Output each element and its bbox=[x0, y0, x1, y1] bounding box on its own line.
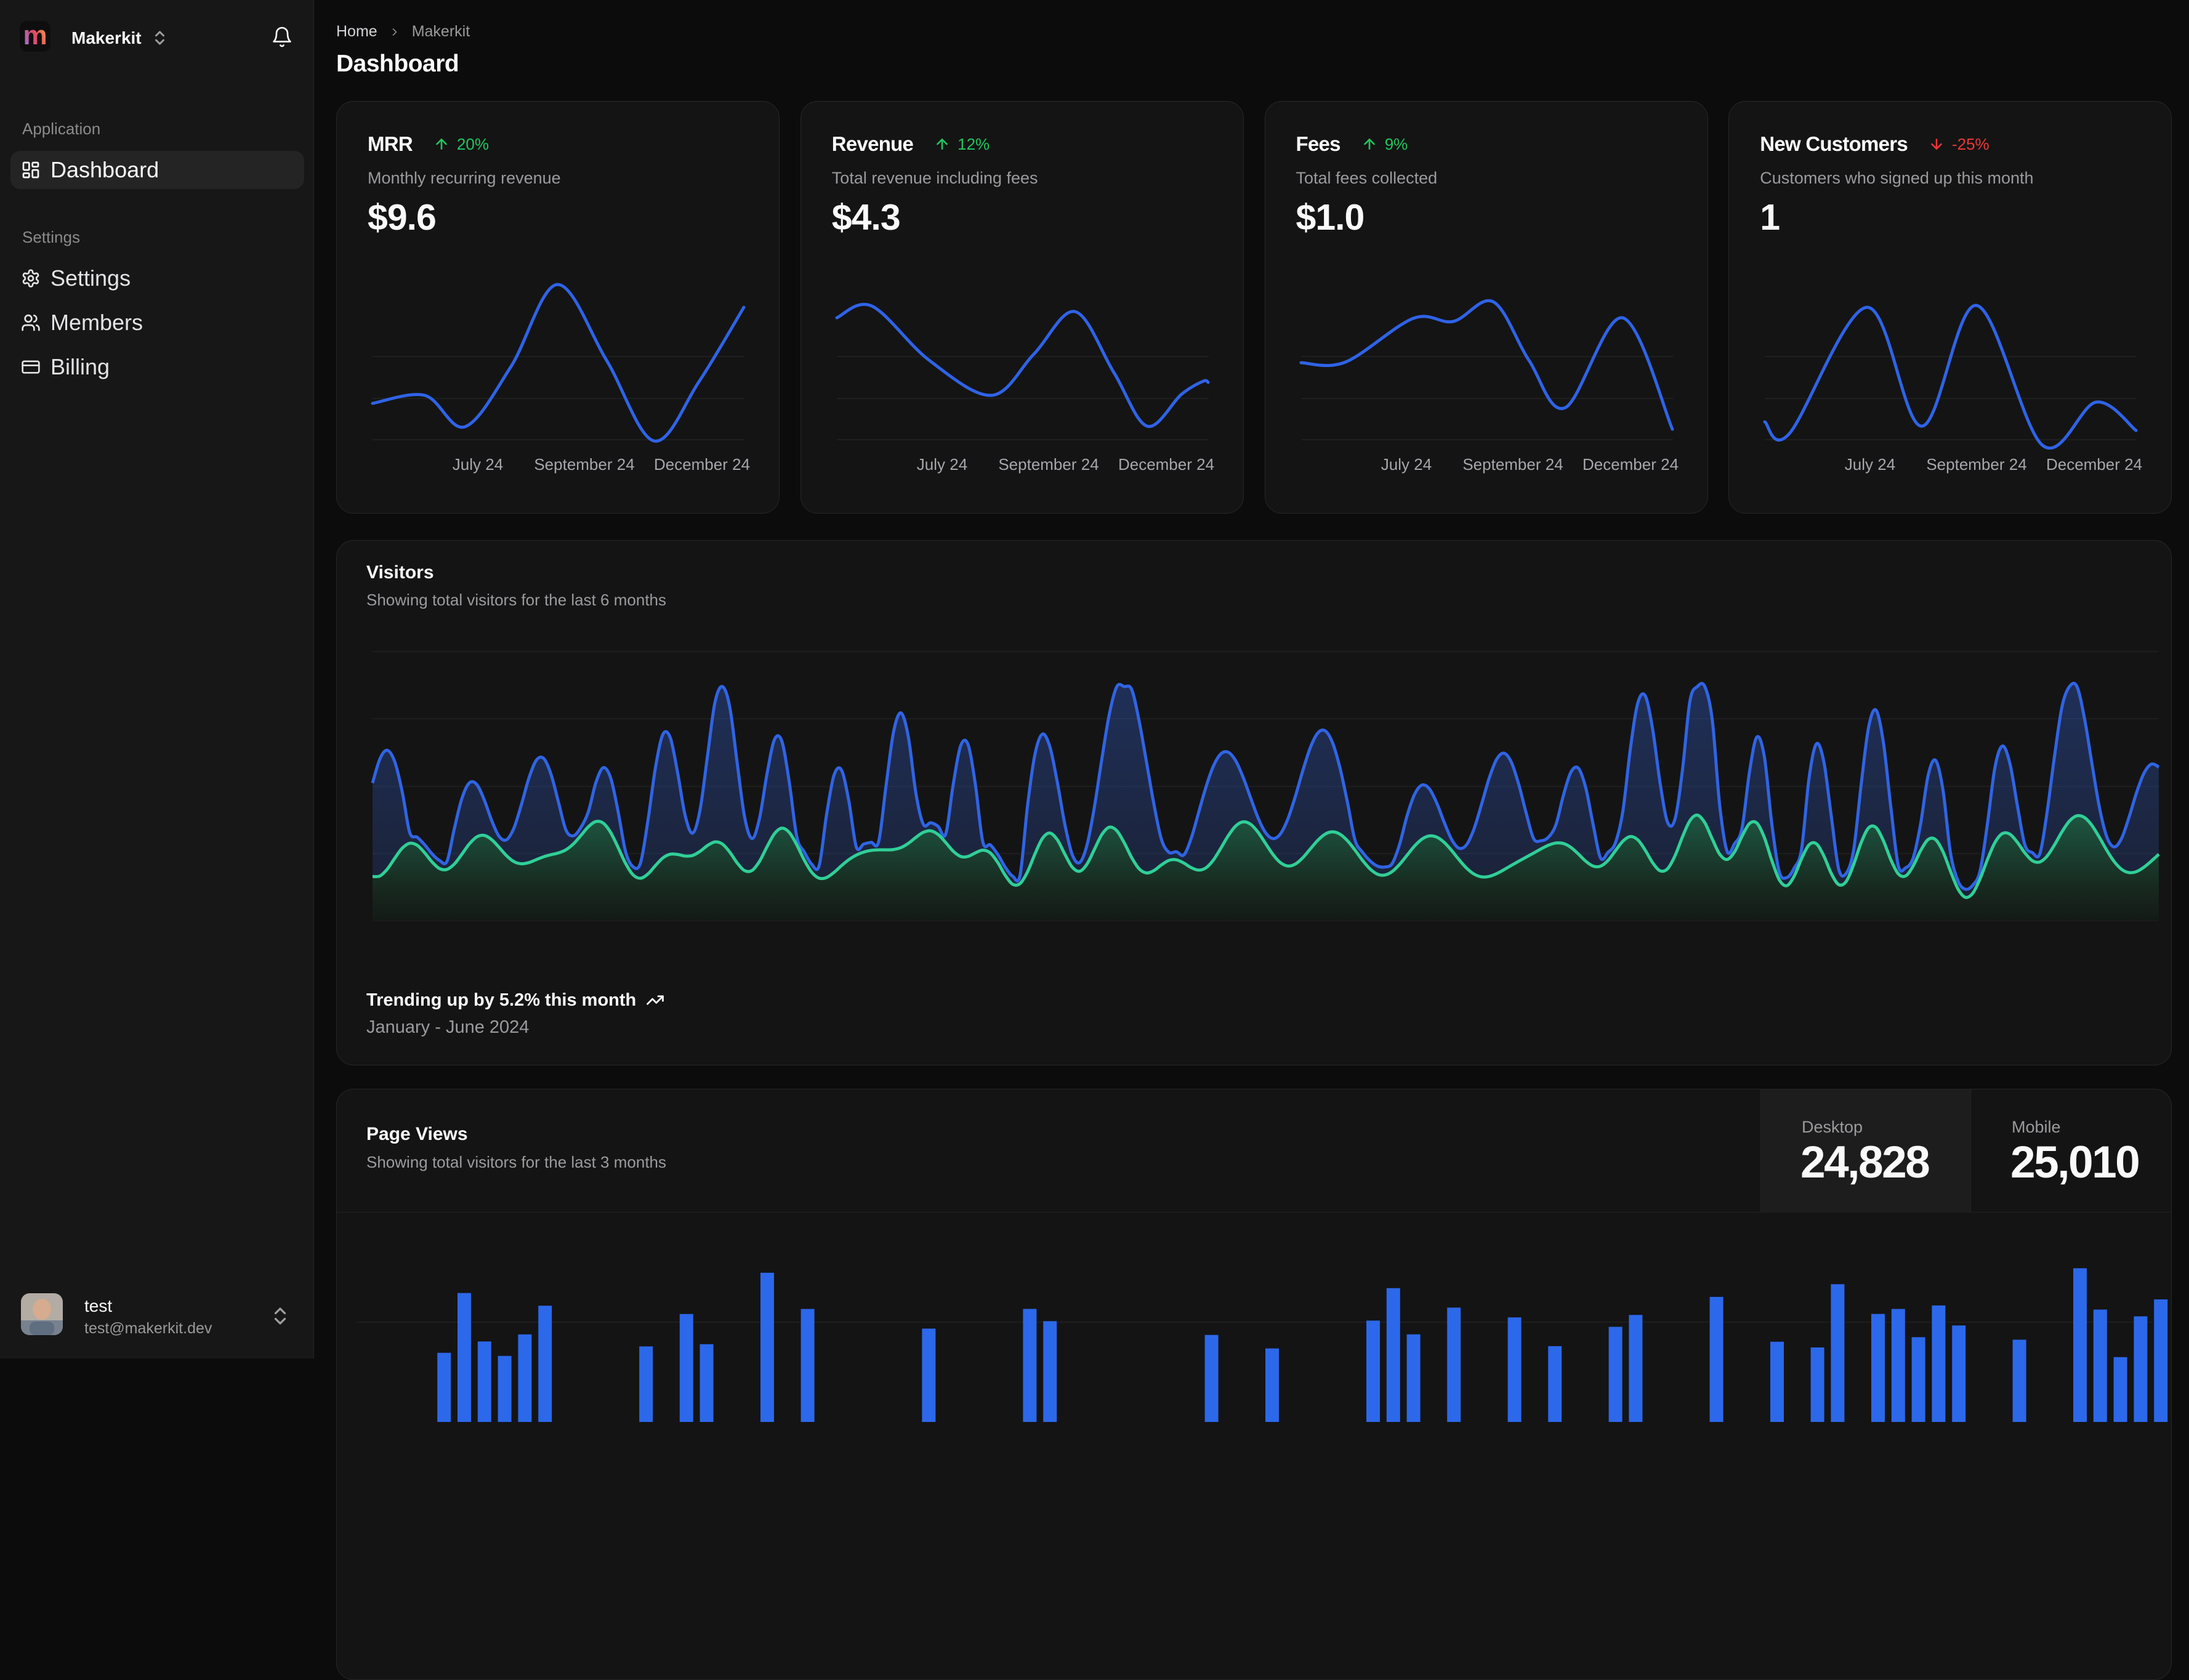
svg-text:September 24: September 24 bbox=[1462, 455, 1563, 474]
svg-text:September 24: September 24 bbox=[1927, 455, 2027, 474]
svg-text:December 24: December 24 bbox=[1582, 455, 1678, 474]
svg-text:September 24: September 24 bbox=[534, 455, 634, 474]
svg-text:July 24: July 24 bbox=[453, 455, 503, 474]
svg-text:July 24: July 24 bbox=[917, 455, 967, 474]
svg-text:July 24: July 24 bbox=[1845, 455, 1895, 474]
svg-text:December 24: December 24 bbox=[1118, 455, 1214, 474]
svg-text:December 24: December 24 bbox=[2046, 455, 2142, 474]
svg-text:July 24: July 24 bbox=[1381, 455, 1431, 474]
svg-text:September 24: September 24 bbox=[998, 455, 1099, 474]
svg-text:December 24: December 24 bbox=[654, 455, 750, 474]
svg-text:m: m bbox=[23, 21, 47, 50]
